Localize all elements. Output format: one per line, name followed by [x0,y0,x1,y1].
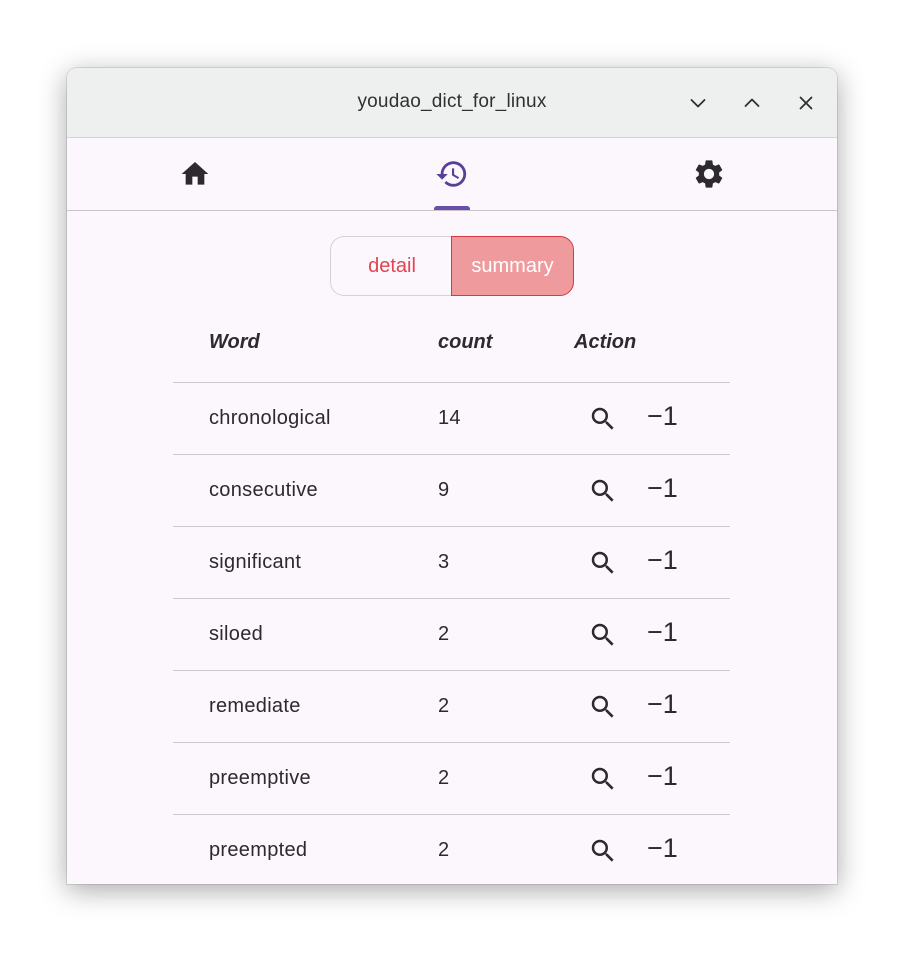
search-icon [591,551,614,574]
word-cell: significant [209,551,302,573]
close-icon [799,96,813,110]
app-window: youdao_dict_for_linux detail summary Wor… [67,68,837,884]
search-icon [591,479,614,502]
word-cell: siloed [209,623,264,645]
header-count: count [438,331,493,353]
maximize-button[interactable] [737,88,767,118]
chevron-up-icon [744,98,760,107]
table-row: preempted 2 −1 [173,815,730,884]
search-icon [591,767,614,790]
summary-segment[interactable]: summary [451,236,574,296]
detail-segment[interactable]: detail [330,236,453,296]
decrement-count-button[interactable]: −1 [647,545,678,576]
word-cell: preempted [209,839,308,861]
search-word-button[interactable] [587,763,619,795]
decrement-count-button[interactable]: −1 [647,761,678,792]
count-cell: 3 [438,551,450,573]
table-row: remediate 2 −1 [173,671,730,743]
count-cell: 2 [438,839,450,861]
count-cell: 9 [438,479,450,501]
search-word-button[interactable] [587,475,619,507]
decrement-count-button[interactable]: −1 [647,617,678,648]
history-icon [436,161,467,187]
header-word: Word [209,331,260,353]
word-cell: preemptive [209,767,311,789]
active-tab-indicator [434,206,470,210]
decrement-count-button[interactable]: −1 [647,401,678,432]
decrement-count-button[interactable]: −1 [647,473,678,504]
close-button[interactable] [791,88,821,118]
search-icon [591,407,614,430]
decrement-count-button[interactable]: −1 [647,689,678,720]
table-row: siloed 2 −1 [173,599,730,671]
window-title: youdao_dict_for_linux [357,91,547,112]
table-body: chronological 14 −1 consecutive 9 −1 sig… [173,383,730,884]
table-row: significant 3 −1 [173,527,730,599]
search-word-button[interactable] [587,547,619,579]
search-icon [591,623,614,646]
word-cell: chronological [209,407,331,429]
search-icon [591,839,614,862]
count-cell: 2 [438,623,450,645]
search-word-button[interactable] [587,691,619,723]
gear-icon [695,160,723,188]
search-icon [591,695,614,718]
count-cell: 2 [438,767,450,789]
view-mode-toggle: detail summary [330,236,574,298]
table-row: preemptive 2 −1 [173,743,730,815]
decrement-count-button[interactable]: −1 [647,833,678,864]
table-header: Word count Action [173,306,730,383]
tab-settings[interactable] [649,138,769,210]
search-word-button[interactable] [587,619,619,651]
search-word-button[interactable] [587,835,619,867]
tab-history[interactable] [392,138,512,210]
table-row: consecutive 9 −1 [173,455,730,527]
count-cell: 14 [438,407,461,429]
chevron-down-icon [690,99,706,108]
minimize-button[interactable] [683,88,713,118]
summary-table: Word count Action chronological 14 −1 co… [173,306,730,884]
count-cell: 2 [438,695,450,717]
top-navigation [67,138,837,211]
table-row: chronological 14 −1 [173,383,730,455]
tab-home[interactable] [135,138,255,210]
header-action: Action [574,331,637,353]
search-word-button[interactable] [587,403,619,435]
word-cell: consecutive [209,479,318,501]
title-bar: youdao_dict_for_linux [67,68,837,138]
word-cell: remediate [209,695,301,717]
home-icon [181,162,209,185]
